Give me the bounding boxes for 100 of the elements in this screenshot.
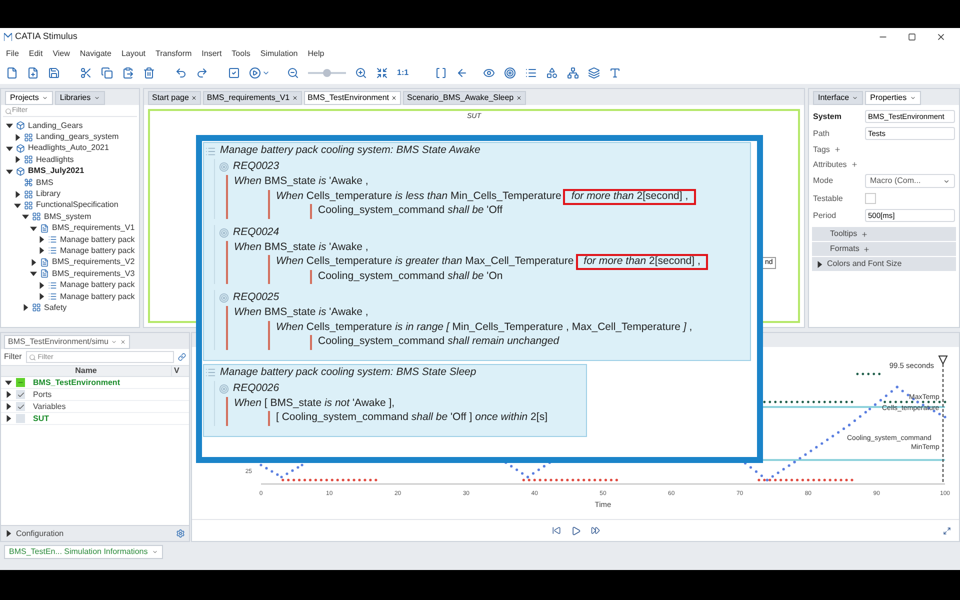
menu-item[interactable]: Navigate [80, 48, 112, 60]
panel-tab[interactable]: Projects [5, 91, 53, 105]
tree-item[interactable]: Landing_Gears [28, 120, 83, 132]
delete-icon[interactable] [143, 67, 155, 79]
expand-arrow-icon[interactable] [14, 156, 21, 164]
menu-item[interactable]: Simulation [260, 48, 298, 60]
expand-arrow-icon[interactable] [38, 247, 45, 254]
expand-arrow-icon[interactable] [38, 236, 45, 244]
checkbox-icon[interactable] [228, 67, 240, 79]
tree-item[interactable]: BMS [36, 176, 54, 189]
caret-icon[interactable] [262, 69, 270, 77]
file-icon[interactable] [6, 67, 18, 79]
close-icon[interactable] [292, 95, 298, 101]
add-icon[interactable] [850, 161, 858, 168]
checkbox[interactable] [16, 378, 25, 387]
expand-arrow-icon[interactable] [14, 190, 21, 198]
menu-item[interactable]: Edit [28, 48, 43, 60]
expand-arrow-icon[interactable] [38, 282, 45, 289]
cut-icon[interactable] [80, 67, 92, 79]
tree-item[interactable]: BMS_requirements_V2 [52, 256, 135, 268]
close-icon[interactable] [120, 339, 126, 345]
editor-tab[interactable]: Scenario_BMS_Awake_Sleep [403, 91, 526, 105]
menu-item[interactable]: Tools [232, 48, 250, 60]
editor-tab[interactable]: BMS_requirements_V1 [202, 91, 302, 105]
layers-icon[interactable] [588, 67, 600, 79]
arrow-icon[interactable] [456, 67, 468, 79]
rewind-icon[interactable] [552, 526, 560, 535]
paste-icon[interactable] [122, 67, 134, 79]
close-icon[interactable] [516, 95, 522, 101]
expand-arrow-icon[interactable] [22, 304, 29, 312]
new-file-icon[interactable] [27, 67, 39, 79]
expand-arrow-icon[interactable] [6, 144, 13, 152]
settings-icon[interactable] [176, 529, 185, 538]
shapes-icon[interactable] [546, 67, 558, 79]
section-header[interactable]: Configuration [16, 528, 64, 540]
expand-arrow-icon[interactable] [14, 202, 21, 209]
expand-arrow-icon[interactable] [5, 530, 12, 537]
redo-icon[interactable] [196, 67, 208, 79]
section-header[interactable]: Tooltips [812, 227, 956, 241]
tree-item[interactable]: BMS_requirements_V1 [52, 222, 135, 234]
tree-item[interactable]: Manage battery pack [60, 290, 135, 303]
tree-item[interactable]: Manage battery pack [60, 245, 135, 257]
expand-arrow-icon[interactable] [5, 379, 12, 386]
expand-icon[interactable] [943, 526, 951, 534]
status-tab[interactable]: BMS_TestEn... Simulation Informations [4, 545, 163, 559]
section-header[interactable]: Colors and Font Size [812, 257, 956, 271]
tree-item[interactable]: Headlights_Auto_2021 [28, 142, 109, 154]
restore-icon[interactable] [908, 33, 916, 41]
close-icon[interactable] [190, 95, 197, 101]
panel-tab[interactable]: BMS_TestEnvironment/simu [4, 335, 130, 349]
tree-item[interactable]: BMS_July2021 [28, 165, 84, 178]
close-icon[interactable] [936, 32, 946, 42]
checkbox[interactable] [16, 402, 25, 411]
expand-arrow-icon[interactable] [30, 258, 37, 266]
expand-arrow-icon[interactable] [30, 270, 37, 278]
zoom-out-icon[interactable] [287, 67, 299, 79]
expand-arrow-icon[interactable] [30, 224, 37, 232]
tree-item[interactable]: BMS_requirements_V3 [52, 268, 135, 280]
fast-forward-icon[interactable] [590, 526, 600, 535]
target-icon[interactable] [504, 67, 516, 79]
menu-item[interactable]: Transform [156, 48, 192, 60]
tree-item[interactable]: Safety [44, 302, 67, 314]
tree-item[interactable]: Library [36, 188, 60, 200]
add-icon[interactable] [863, 246, 870, 252]
expand-arrow-icon[interactable] [5, 415, 12, 422]
menu-item[interactable]: View [52, 48, 70, 60]
menu-item[interactable]: Insert [202, 48, 222, 60]
tree-item[interactable]: Headlights [36, 154, 74, 166]
copy-icon[interactable] [101, 67, 113, 79]
editor-tab[interactable]: Start page [148, 91, 201, 105]
close-icon[interactable] [391, 95, 398, 101]
expand-arrow-icon[interactable] [5, 403, 12, 410]
checkbox[interactable] [865, 193, 876, 204]
eye-icon[interactable] [482, 67, 495, 79]
menu-item[interactable]: Layout [121, 48, 146, 60]
expand-arrow-icon[interactable] [5, 391, 12, 398]
play-icon[interactable] [570, 526, 580, 536]
expand-arrow-icon[interactable] [6, 168, 13, 175]
scale-button[interactable]: 1:1 [397, 67, 409, 79]
fit-icon[interactable] [376, 67, 388, 79]
expand-arrow-icon[interactable] [22, 213, 29, 220]
section-header[interactable]: Formats [812, 242, 956, 256]
editor-tab[interactable]: BMS_TestEnvironment [304, 91, 402, 105]
tree-item[interactable]: Manage battery pack [60, 234, 135, 246]
add-icon[interactable] [861, 230, 868, 238]
dropdown[interactable]: Macro (Com... [865, 174, 955, 188]
slider-thumb[interactable] [323, 69, 331, 77]
checkbox[interactable] [16, 390, 25, 399]
menu-item[interactable]: Help [308, 48, 324, 60]
tree-item[interactable]: BMS_system [44, 210, 92, 223]
save-icon[interactable] [48, 67, 60, 79]
play-icon[interactable] [249, 67, 261, 79]
expand-arrow-icon[interactable] [6, 122, 13, 130]
expand-arrow-icon[interactable] [816, 260, 823, 268]
expand-arrow-icon[interactable] [14, 134, 21, 141]
tree-item[interactable]: Landing_gears_system [36, 131, 119, 144]
tree-item[interactable]: Manage battery pack [60, 279, 135, 292]
panel-tab[interactable]: Interface [813, 91, 864, 105]
text-icon[interactable] [608, 67, 621, 79]
link-icon[interactable] [178, 353, 186, 361]
